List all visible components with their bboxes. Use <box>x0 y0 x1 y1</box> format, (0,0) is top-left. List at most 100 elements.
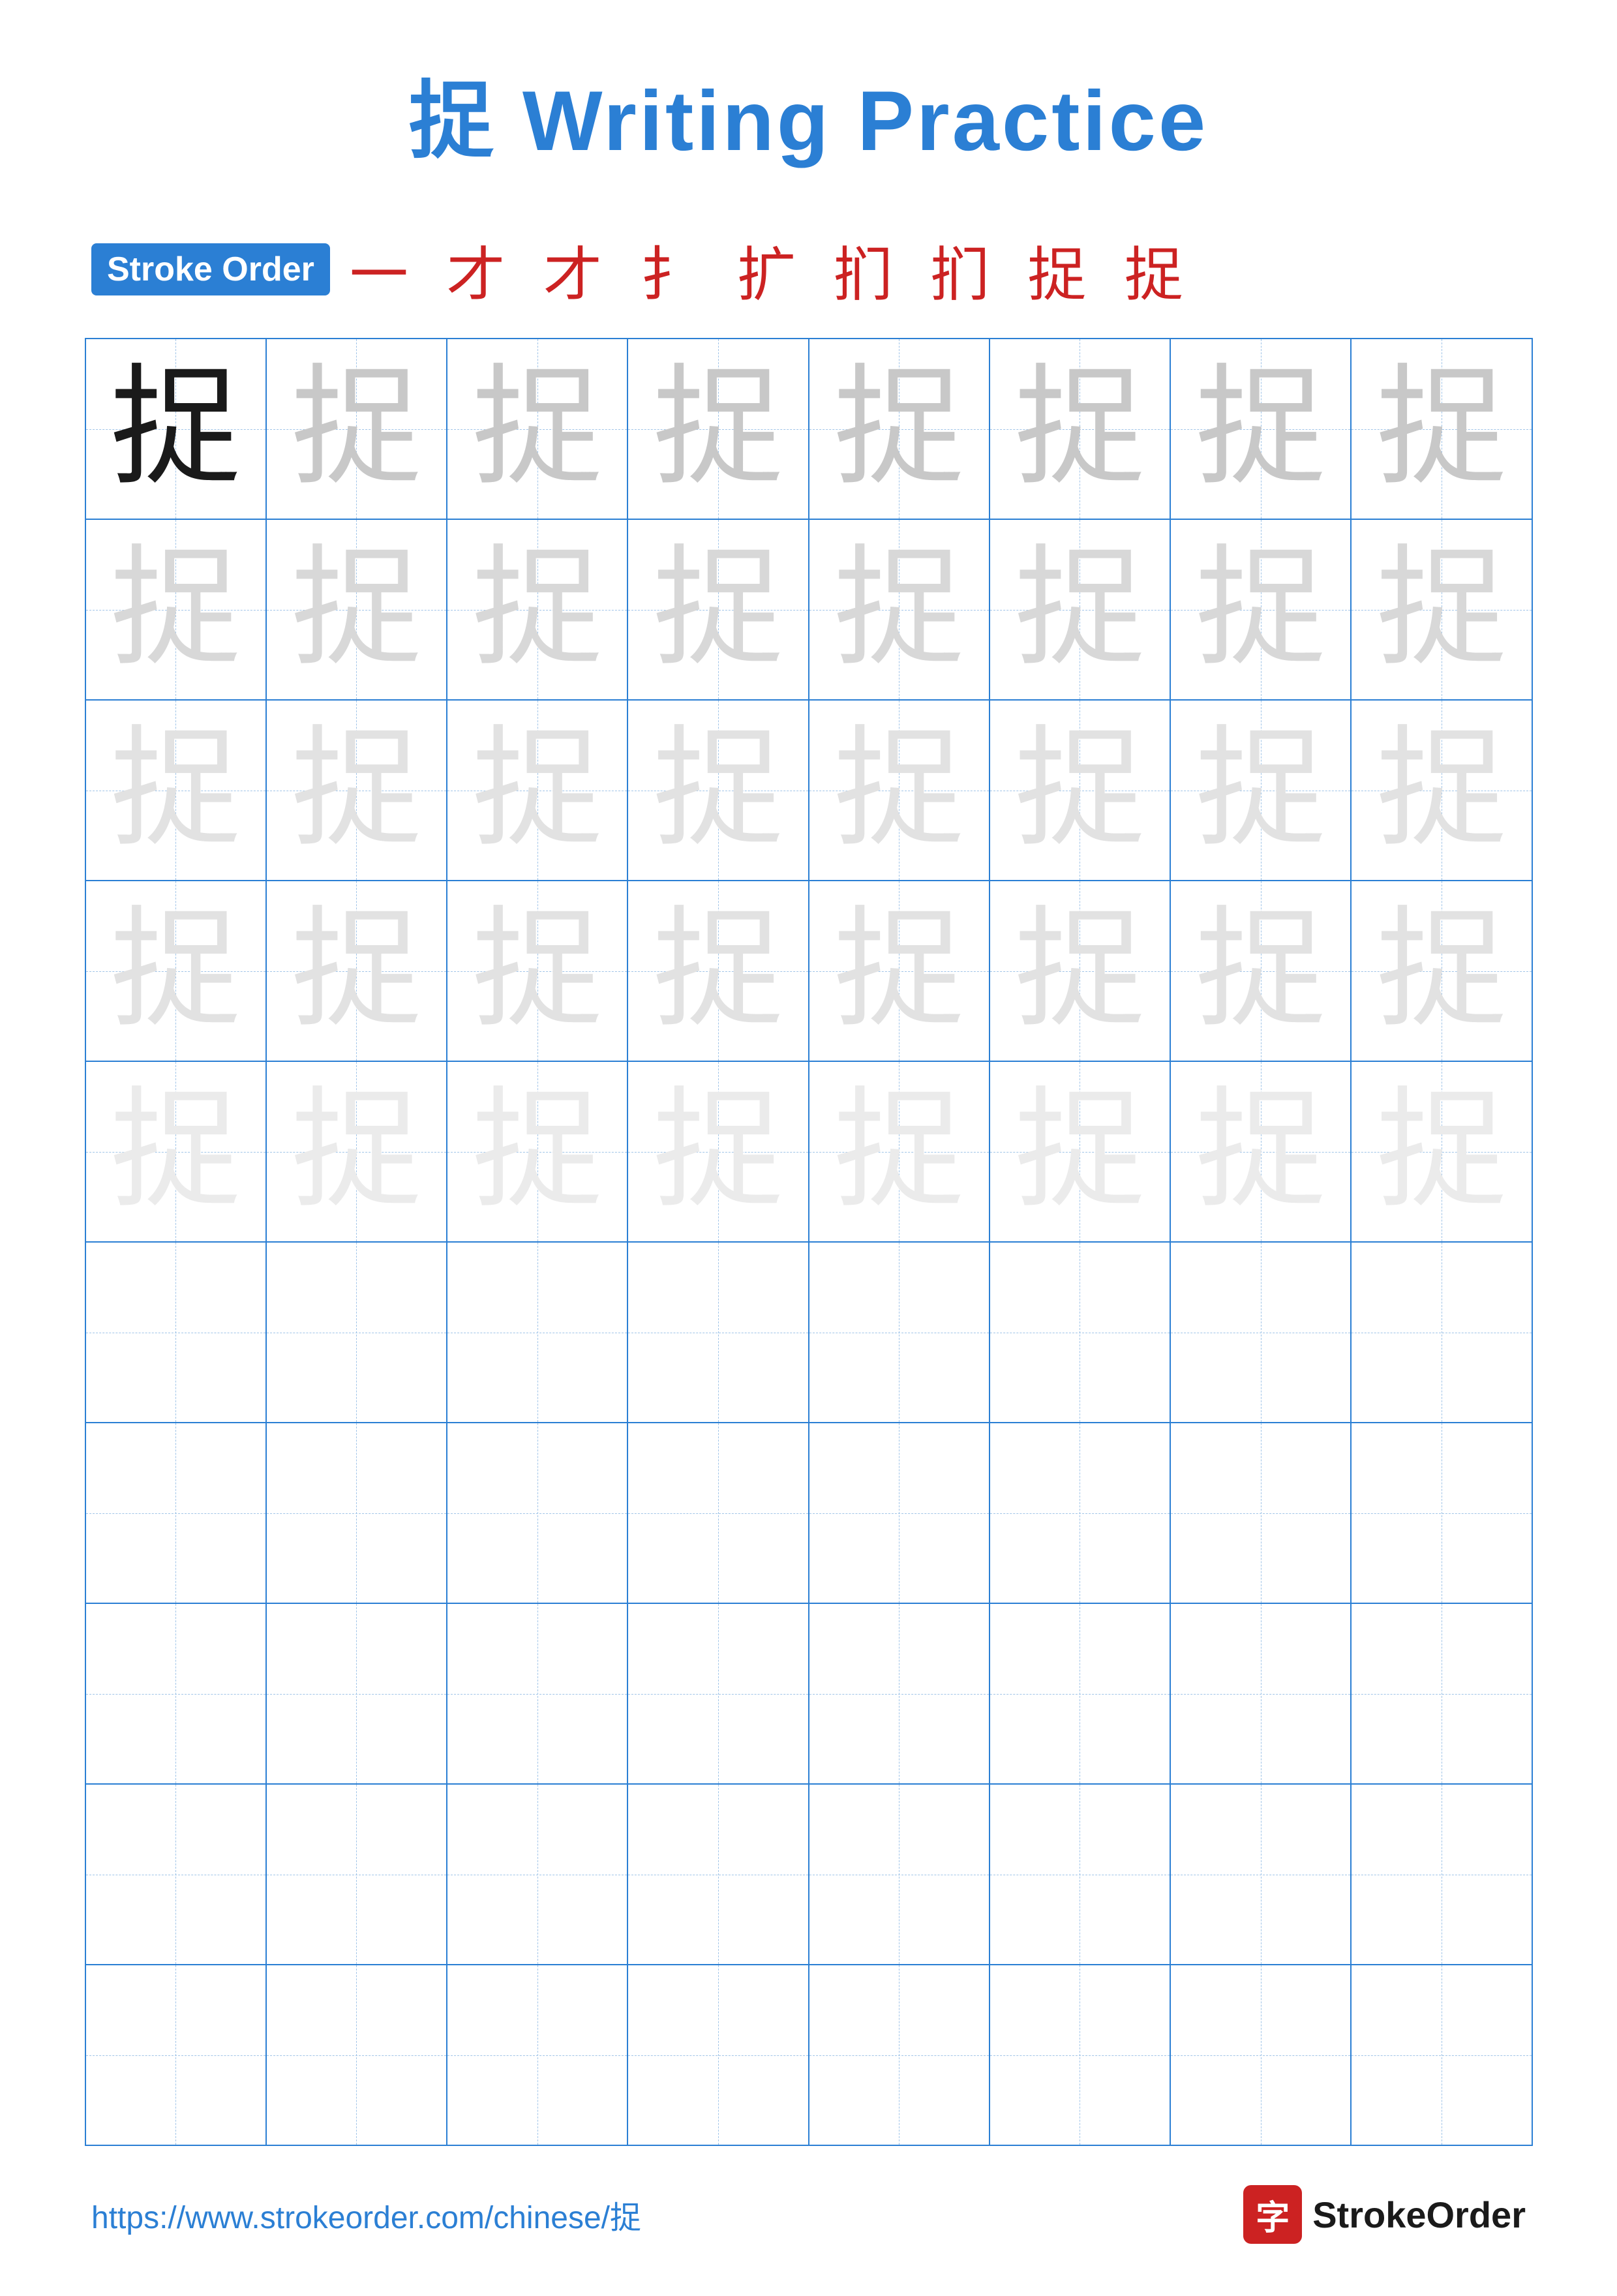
grid-cell <box>85 1423 266 1603</box>
practice-char: 捉 <box>1196 537 1326 682</box>
table-row: 捉 捉 捉 捉 捉 捉 捉 捉 <box>85 881 1532 1061</box>
title-chinese-char: 捉 Writing Practice <box>409 73 1208 168</box>
grid-cell <box>266 1603 447 1784</box>
grid-cell: 捉 <box>809 881 990 1061</box>
practice-char: 捉 <box>1014 899 1145 1043</box>
logo-text: StrokeOrder <box>1312 2194 1526 2236</box>
grid-cell <box>990 1603 1170 1784</box>
practice-char: 捉 <box>472 357 603 501</box>
grid-cell: 捉 <box>447 339 627 519</box>
grid-cell <box>809 1423 990 1603</box>
grid-cell <box>447 1423 627 1603</box>
practice-char: 捉 <box>1376 718 1507 862</box>
grid-cell: 捉 <box>990 519 1170 700</box>
grid-cell: 捉 <box>85 700 266 881</box>
grid-cell <box>627 1242 808 1423</box>
grid-cell <box>1170 1242 1351 1423</box>
grid-cell: 捉 <box>1351 339 1532 519</box>
grid-cell: 捉 <box>627 700 808 881</box>
grid-cell: 捉 <box>447 1061 627 1242</box>
table-row: 捉 捉 捉 捉 捉 捉 捉 捉 <box>85 1061 1532 1242</box>
grid-cell: 捉 <box>1351 519 1532 700</box>
grid-cell <box>447 1242 627 1423</box>
grid-cell <box>85 1242 266 1423</box>
grid-cell <box>447 1965 627 2145</box>
practice-char: 捉 <box>653 1080 783 1224</box>
grid-cell <box>447 1784 627 1965</box>
table-row: 捉 捉 捉 捉 捉 捉 捉 捉 <box>85 339 1532 519</box>
footer-url: https://www.strokeorder.com/chinese/捉 <box>91 2192 641 2237</box>
grid-cell: 捉 <box>447 881 627 1061</box>
grid-cell <box>809 1242 990 1423</box>
practice-char: 捉 <box>1014 537 1145 682</box>
practice-char: 捉 <box>1376 537 1507 682</box>
grid-cell <box>990 1242 1170 1423</box>
grid-cell <box>447 1603 627 1784</box>
table-row <box>85 1603 1532 1784</box>
grid-cell <box>1170 1603 1351 1784</box>
grid-cell: 捉 <box>266 339 447 519</box>
grid-cell <box>1351 1603 1532 1784</box>
practice-char: 捉 <box>1376 357 1507 501</box>
logo-icon: 字 <box>1243 2185 1302 2244</box>
grid-cell <box>1351 1423 1532 1603</box>
table-row <box>85 1423 1532 1603</box>
page-title: 捉 Writing Practice <box>409 52 1208 175</box>
practice-char: 捉 <box>653 537 783 682</box>
table-row <box>85 1784 1532 1965</box>
grid-cell: 捉 <box>1170 339 1351 519</box>
stroke-order-chars: 一 才 才 扌 扩 扪 扪 捉 捉 <box>350 227 1195 312</box>
practice-char: 捉 <box>1196 1080 1326 1224</box>
grid-cell <box>809 1784 990 1965</box>
practice-char: 捉 <box>1196 718 1326 862</box>
practice-char: 捉 <box>110 718 241 862</box>
grid-cell: 捉 <box>1351 700 1532 881</box>
grid-cell: 捉 <box>85 881 266 1061</box>
table-row: 捉 捉 捉 捉 捉 捉 捉 捉 <box>85 519 1532 700</box>
practice-char: 捉 <box>1196 357 1326 501</box>
grid-cell: 捉 <box>1351 1061 1532 1242</box>
grid-cell <box>1170 1423 1351 1603</box>
footer-logo: 字 StrokeOrder <box>1243 2185 1526 2244</box>
grid-cell: 捉 <box>266 1061 447 1242</box>
practice-char: 捉 <box>472 537 603 682</box>
practice-char: 捉 <box>291 899 421 1043</box>
grid-cell: 捉 <box>627 519 808 700</box>
grid-cell <box>627 1965 808 2145</box>
grid-cell <box>85 1784 266 1965</box>
table-row <box>85 1242 1532 1423</box>
grid-cell <box>1170 1965 1351 2145</box>
page: 捉 Writing Practice Stroke Order 一 才 才 扌 … <box>0 0 1617 2296</box>
practice-char: 捉 <box>110 537 241 682</box>
grid-cell: 捉 <box>1170 700 1351 881</box>
grid-cell: 捉 <box>627 339 808 519</box>
grid-cell: 捉 <box>85 1061 266 1242</box>
grid-cell <box>85 1965 266 2145</box>
practice-char: 捉 <box>834 899 964 1043</box>
grid-cell <box>266 1965 447 2145</box>
practice-char: 捉 <box>291 718 421 862</box>
grid-cell: 捉 <box>990 700 1170 881</box>
grid-cell: 捉 <box>809 1061 990 1242</box>
stroke-order-row: Stroke Order 一 才 才 扌 扩 扪 扪 捉 捉 <box>78 227 1539 312</box>
practice-char: 捉 <box>291 1080 421 1224</box>
grid-cell <box>809 1965 990 2145</box>
grid-cell: 捉 <box>1351 881 1532 1061</box>
practice-char: 捉 <box>834 718 964 862</box>
grid-cell <box>990 1965 1170 2145</box>
practice-char: 捉 <box>110 357 241 501</box>
practice-char: 捉 <box>1376 1080 1507 1224</box>
footer: https://www.strokeorder.com/chinese/捉 字 … <box>78 2185 1539 2244</box>
grid-cell <box>627 1784 808 1965</box>
grid-cell: 捉 <box>266 519 447 700</box>
practice-char: 捉 <box>472 718 603 862</box>
grid-cell <box>266 1423 447 1603</box>
practice-char: 捉 <box>291 537 421 682</box>
grid-cell <box>266 1242 447 1423</box>
table-row: 捉 捉 捉 捉 捉 捉 捉 捉 <box>85 700 1532 881</box>
grid-cell <box>266 1784 447 1965</box>
grid-cell: 捉 <box>266 881 447 1061</box>
grid-cell: 捉 <box>809 519 990 700</box>
practice-char: 捉 <box>110 899 241 1043</box>
practice-char: 捉 <box>472 899 603 1043</box>
